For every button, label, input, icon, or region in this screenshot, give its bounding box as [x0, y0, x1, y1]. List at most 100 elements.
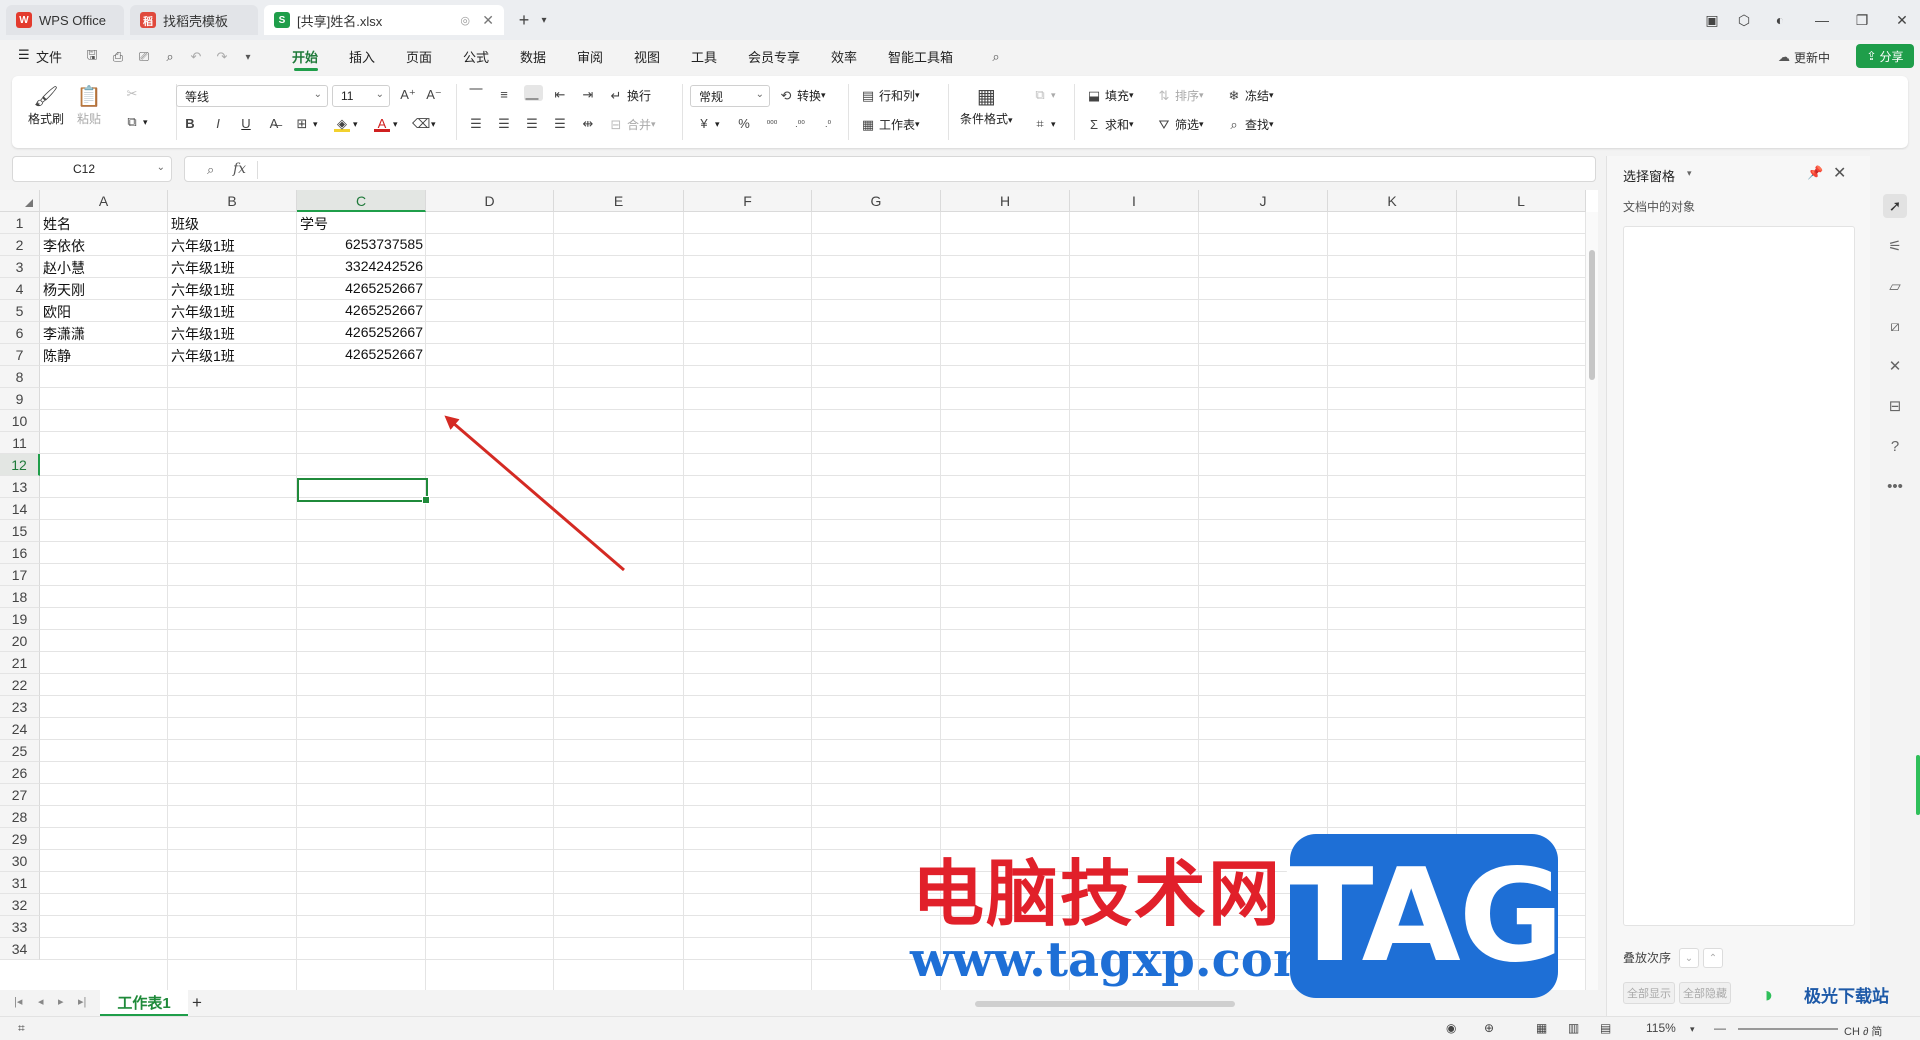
prev-sheet-icon[interactable]: ◂ — [38, 995, 44, 1008]
sync-icon[interactable]: ◎ — [460, 14, 470, 27]
cell-a5[interactable]: 欧阳 — [43, 302, 71, 322]
active-cell-selection[interactable] — [297, 478, 430, 504]
column-header-d[interactable]: D — [426, 190, 554, 212]
row-header-26[interactable]: 26 — [0, 762, 40, 784]
cell-a1[interactable]: 姓名 — [43, 214, 71, 234]
page-break-icon[interactable]: ▤ — [1600, 1021, 1611, 1035]
row-header-2[interactable]: 2 — [0, 234, 40, 256]
bold-button[interactable]: B — [182, 116, 201, 132]
row-header-19[interactable]: 19 — [0, 608, 40, 630]
row-header-18[interactable]: 18 — [0, 586, 40, 608]
cell-b7[interactable]: 六年级1班 — [171, 346, 235, 366]
minimize-icon[interactable]: — — [1810, 8, 1834, 32]
cell-c3[interactable]: 3324242526 — [297, 258, 423, 274]
menu-tab-home[interactable]: 开始 — [292, 47, 318, 66]
zoom-level[interactable]: 115% — [1646, 1021, 1676, 1035]
merge-button[interactable]: ⊟ 合并 ▾ — [608, 116, 656, 133]
normal-view-icon[interactable]: ▦ — [1536, 1021, 1547, 1035]
row-header-3[interactable]: 3 — [0, 256, 40, 278]
cell-c1[interactable]: 学号 — [300, 214, 328, 234]
cell-a4[interactable]: 杨天刚 — [43, 280, 85, 300]
hide-all-button[interactable]: 全部隐藏 — [1679, 982, 1731, 1004]
tab-wps-office[interactable]: W WPS Office — [6, 5, 124, 35]
copy-button[interactable]: ⧉ ▾ — [124, 114, 147, 130]
crop-button[interactable]: ⌗ ▾ — [1032, 116, 1055, 132]
add-sheet-icon[interactable]: + — [192, 993, 202, 1013]
decrease-decimal-button[interactable]: .⁰ — [820, 116, 839, 132]
row-header-21[interactable]: 21 — [0, 652, 40, 674]
cell-a3[interactable]: 赵小慧 — [43, 258, 85, 278]
restore-icon[interactable]: ❐ — [1850, 8, 1874, 32]
vertical-scrollbar[interactable] — [1586, 212, 1598, 990]
column-header-b[interactable]: B — [168, 190, 297, 212]
paste-button[interactable]: 📋 粘贴 — [76, 84, 102, 127]
align-left-button[interactable]: ☰ — [468, 116, 487, 132]
column-header-g[interactable]: G — [812, 190, 941, 212]
cell-c5[interactable]: 4265252667 — [297, 302, 423, 318]
row-header-14[interactable]: 14 — [0, 498, 40, 520]
column-header-f[interactable]: F — [684, 190, 812, 212]
cell-b6[interactable]: 六年级1班 — [171, 324, 235, 344]
print-preview-icon[interactable]: ⌕ — [162, 49, 178, 65]
chevron-down-icon[interactable]: ▾ — [240, 49, 256, 65]
align-center-button[interactable]: ☰ — [496, 116, 515, 132]
filter-button[interactable]: ⛛ 筛选 ▾ — [1156, 116, 1204, 133]
menu-tab-data[interactable]: 数据 — [520, 47, 546, 66]
menu-tab-review[interactable]: 审阅 — [577, 47, 603, 66]
row-header-7[interactable]: 7 — [0, 344, 40, 366]
tools-icon[interactable]: ✕ — [1883, 354, 1907, 378]
increase-decimal-button[interactable]: .⁰⁰ — [792, 116, 811, 132]
move-up-button[interactable]: ⌃ — [1703, 948, 1723, 968]
row-header-24[interactable]: 24 — [0, 718, 40, 740]
panel-layout-icon[interactable]: ▣ — [1700, 8, 1724, 32]
row-header-15[interactable]: 15 — [0, 520, 40, 542]
hamburger-icon[interactable]: ☰ — [18, 47, 30, 63]
wrap-text-button[interactable]: ↵ 换行 — [608, 87, 651, 104]
row-header-32[interactable]: 32 — [0, 894, 40, 916]
chevron-down-icon[interactable]: ▾ — [1690, 1024, 1695, 1035]
decrease-indent-button[interactable]: ⇤ — [552, 87, 571, 103]
row-header-25[interactable]: 25 — [0, 740, 40, 762]
tab-current-document[interactable]: S [共享]姓名.xlsx ◎ ✕ — [264, 5, 504, 35]
scrollbar-thumb[interactable] — [975, 1001, 1235, 1007]
image-edit-icon[interactable]: ⧄ — [1883, 314, 1907, 338]
increase-font-button[interactable]: A⁺ — [400, 87, 419, 103]
cursor-select-icon[interactable]: ➚ — [1883, 194, 1907, 218]
cell-c6[interactable]: 4265252667 — [297, 324, 423, 340]
column-header-c[interactable]: C — [297, 190, 426, 212]
font-color-button[interactable]: A ▾ — [374, 116, 398, 132]
row-header-9[interactable]: 9 — [0, 388, 40, 410]
cut-button[interactable]: ✂ — [124, 86, 143, 102]
comment-icon[interactable]: ▱ — [1883, 274, 1907, 298]
avatar[interactable]: ◐ — [1768, 8, 1792, 32]
underline-button[interactable]: U — [238, 116, 257, 132]
align-top-button[interactable]: ⎺ — [468, 87, 487, 103]
increase-indent-button[interactable]: ⇥ — [580, 87, 599, 103]
row-header-31[interactable]: 31 — [0, 872, 40, 894]
cell-c4[interactable]: 4265252667 — [297, 280, 423, 296]
menu-tab-smart-toolbox[interactable]: 智能工具箱 — [888, 47, 953, 66]
update-button[interactable]: ☁ 更新中 — [1778, 46, 1830, 68]
align-right-button[interactable]: ☰ — [524, 116, 543, 132]
font-name-select[interactable]: 等线 ⌄ — [176, 85, 328, 107]
row-header-33[interactable]: 33 — [0, 916, 40, 938]
cell-b5[interactable]: 六年级1班 — [171, 302, 235, 322]
print-icon[interactable]: ⎚ — [136, 49, 152, 65]
close-window-icon[interactable]: ✕ — [1890, 8, 1914, 32]
row-header-34[interactable]: 34 — [0, 938, 40, 960]
column-header-h[interactable]: H — [941, 190, 1070, 212]
redo-icon[interactable]: ↷ — [214, 49, 230, 65]
menu-tab-insert[interactable]: 插入 — [349, 47, 375, 66]
last-sheet-icon[interactable]: ▸| — [78, 995, 86, 1008]
find-button[interactable]: ⌕ 查找 ▾ — [1226, 116, 1273, 133]
justify-button[interactable]: ☰ — [552, 116, 571, 132]
distribute-button[interactable]: ⇹ — [580, 116, 599, 132]
row-col-button[interactable]: ▤ 行和列 ▾ — [860, 87, 920, 104]
cell-a7[interactable]: 陈静 — [43, 346, 71, 366]
close-tab-icon[interactable]: ✕ — [482, 12, 494, 29]
column-header-j[interactable]: J — [1199, 190, 1328, 212]
chevron-down-icon[interactable]: ▾ — [1687, 168, 1692, 179]
cell-b4[interactable]: 六年级1班 — [171, 280, 235, 300]
row-header-29[interactable]: 29 — [0, 828, 40, 850]
row-header-22[interactable]: 22 — [0, 674, 40, 696]
